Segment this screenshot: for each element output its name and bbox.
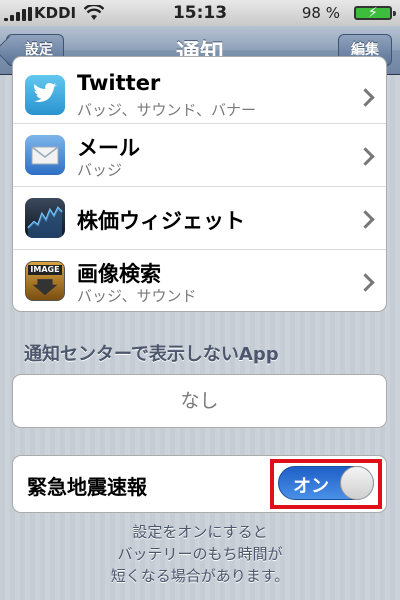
mail-envelope-icon — [25, 135, 65, 175]
app-subtitle: バッジ、サウンド、バナー — [77, 101, 256, 119]
list-item-stocks[interactable]: 株価ウィジェット — [13, 187, 386, 250]
not-in-center-list[interactable]: なし — [12, 374, 387, 428]
image-search-icon: IMAGE — [25, 261, 65, 301]
list-item-image-search[interactable]: IMAGE 画像検索 バッジ、サウンド — [13, 250, 386, 311]
battery-percentage: 98 % — [301, 4, 340, 22]
list-item-twitter[interactable]: Twitter バッジ、サウンド、バナー — [13, 57, 386, 124]
app-name: 株価ウィジェット — [77, 209, 245, 233]
app-name: 画像検索 — [77, 262, 161, 286]
stocks-chart-icon — [25, 198, 65, 238]
app-name: Twitter — [77, 71, 161, 95]
app-name: メール — [77, 136, 140, 160]
footer-note: 設定をオンにすると バッテリーのもち時間が 短くなる場合があります。 — [0, 521, 400, 587]
app-notification-list: Twitter バッジ、サウンド、バナー メール バッジ 株価ウィジェット IM… — [12, 56, 387, 312]
chevron-right-icon — [356, 147, 375, 166]
chevron-right-icon — [356, 88, 375, 107]
earthquake-warning-label: 緊急地震速報 — [27, 475, 147, 499]
app-subtitle: バッジ — [77, 161, 123, 179]
status-bar: KDDI 15:13 98 % ⚡ — [0, 0, 400, 26]
status-time: 15:13 — [172, 3, 228, 23]
highlight-box — [270, 459, 382, 509]
battery-icon: ⚡ — [354, 5, 396, 21]
chevron-right-icon — [356, 210, 375, 229]
section-header: 通知センターで表示しないApp — [24, 344, 279, 365]
app-subtitle: バッジ、サウンド — [77, 287, 197, 305]
footer-line: バッテリーのもち時間が — [117, 545, 283, 563]
footer-line: 短くなる場合があります。 — [110, 567, 290, 585]
twitter-bird-icon — [25, 75, 65, 115]
list-item-mail[interactable]: メール バッジ — [13, 124, 386, 187]
chevron-right-icon — [356, 273, 375, 292]
footer-line: 設定をオンにすると — [132, 523, 268, 541]
